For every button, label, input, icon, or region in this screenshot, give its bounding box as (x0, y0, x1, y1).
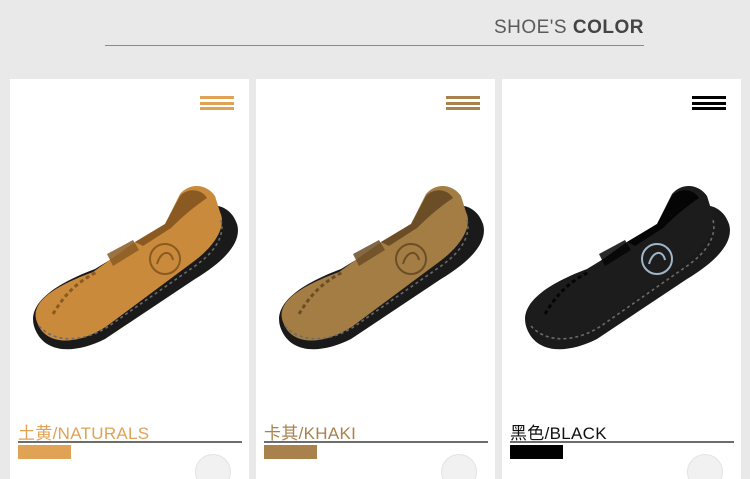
color-card-naturals: 土黄/NATURALS (10, 79, 249, 479)
header-divider (105, 45, 644, 46)
title-light: SHOE'S (493, 17, 573, 38)
section-title: SHOE'S COLOR (494, 17, 644, 39)
color-card-khaki: 卡其/KHAKI (256, 79, 495, 479)
shoe-image-black (507, 154, 732, 379)
shoe-image-naturals (15, 154, 240, 379)
label-divider (510, 441, 734, 443)
menu-icon (692, 96, 726, 110)
color-swatch (18, 445, 71, 459)
title-bold: COLOR (572, 17, 644, 38)
menu-icon (446, 96, 480, 110)
label-divider (264, 441, 488, 443)
menu-icon (200, 96, 234, 110)
section-header: SHOE'S COLOR (0, 0, 750, 78)
color-card-black: 黑色/BLACK (502, 79, 741, 479)
color-swatch (510, 445, 563, 459)
shoe-image-khaki (261, 154, 486, 379)
color-swatch (264, 445, 317, 459)
label-divider (18, 441, 242, 443)
